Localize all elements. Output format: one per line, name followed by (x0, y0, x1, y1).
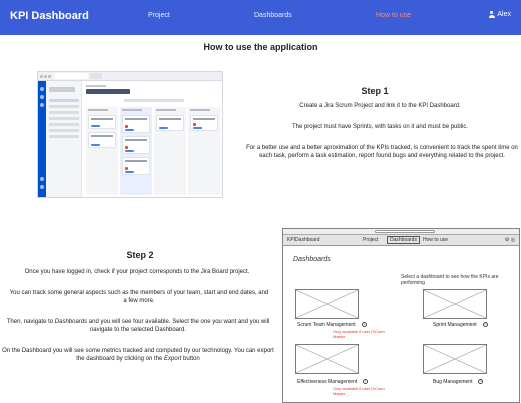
wireframe-card-image-2 (423, 289, 487, 319)
nav-link-dashboards[interactable]: Dashboards (254, 12, 292, 19)
wireframe-card-label-4: Bug Management i (433, 379, 484, 385)
dashboards-wireframe-screenshot: KPIDashboard Project Dashboards How to u… (282, 228, 520, 403)
wireframe-card-image-4 (423, 344, 487, 374)
step2-paragraph-3: Then, navigate to Dashboards and you wil… (6, 319, 270, 333)
wireframe-card-label-3: Effectiveness Management i (297, 379, 369, 385)
info-icon: i (482, 322, 488, 328)
step1-heading: Step 1 (361, 86, 389, 96)
user-name: Alex (497, 11, 511, 18)
wireframe-card-label-1: Scrum Team Management i (297, 322, 367, 328)
wireframe-nav-how-to-use: How to use (423, 237, 449, 243)
step2-paragraph-1: Once you have logged in, check if your p… (24, 269, 250, 275)
wireframe-navbar: KPIDashboard Project Dashboards How to u… (283, 235, 519, 246)
wireframe-card-label-2: Sprint Management i (433, 322, 488, 328)
jira-kanban-board-screenshot (37, 71, 223, 198)
wireframe-card-image-3 (295, 344, 359, 374)
wireframe-select-text: Select a dashboard to see how the KPIs a… (401, 274, 499, 286)
wireframe-card-note-1: Only available if user |SCrum Master (333, 329, 385, 339)
page-title: How to use the application (203, 42, 318, 52)
brand-logo-text[interactable]: KPI Dashboard (10, 10, 89, 22)
wireframe-user-icon: ⚙ ◎ (504, 237, 515, 243)
step2-heading: Step 2 (126, 250, 154, 260)
kanban-board-area (84, 81, 222, 197)
info-icon: i (361, 322, 367, 328)
nav-link-project[interactable]: Project (148, 12, 170, 19)
wireframe-nav-project: Project (363, 237, 379, 243)
browser-chrome (38, 72, 222, 81)
wireframe-card-note-3: Only available if user |SCrum Master (333, 386, 385, 396)
wireframe-title: Dashboards (293, 256, 331, 263)
top-navbar: KPI Dashboard Project Dashboards How to … (0, 0, 521, 35)
jira-sidebar (38, 81, 46, 197)
info-icon: i (478, 379, 484, 385)
step1-paragraph-2: The project must have Sprints, with task… (291, 124, 469, 130)
jira-project-nav (46, 81, 82, 197)
step1-paragraph-1: Create a Jira Scrum Project and link it … (299, 103, 461, 109)
user-icon (488, 11, 495, 18)
user-menu[interactable]: Alex (488, 11, 511, 18)
wireframe-card-image-1 (295, 289, 359, 319)
step2-paragraph-4: On the Dashboard you will see some metri… (2, 348, 274, 362)
step1-paragraph-3: For a better use and a better aproximati… (246, 145, 518, 159)
wireframe-nav-dashboards: Dashboards (387, 236, 420, 244)
nav-link-how-to-use[interactable]: How to use (376, 12, 411, 19)
info-icon: i (363, 379, 369, 385)
wireframe-nav-brand: KPIDashboard (287, 237, 320, 243)
step2-paragraph-2: You can track some general aspects such … (9, 290, 269, 304)
